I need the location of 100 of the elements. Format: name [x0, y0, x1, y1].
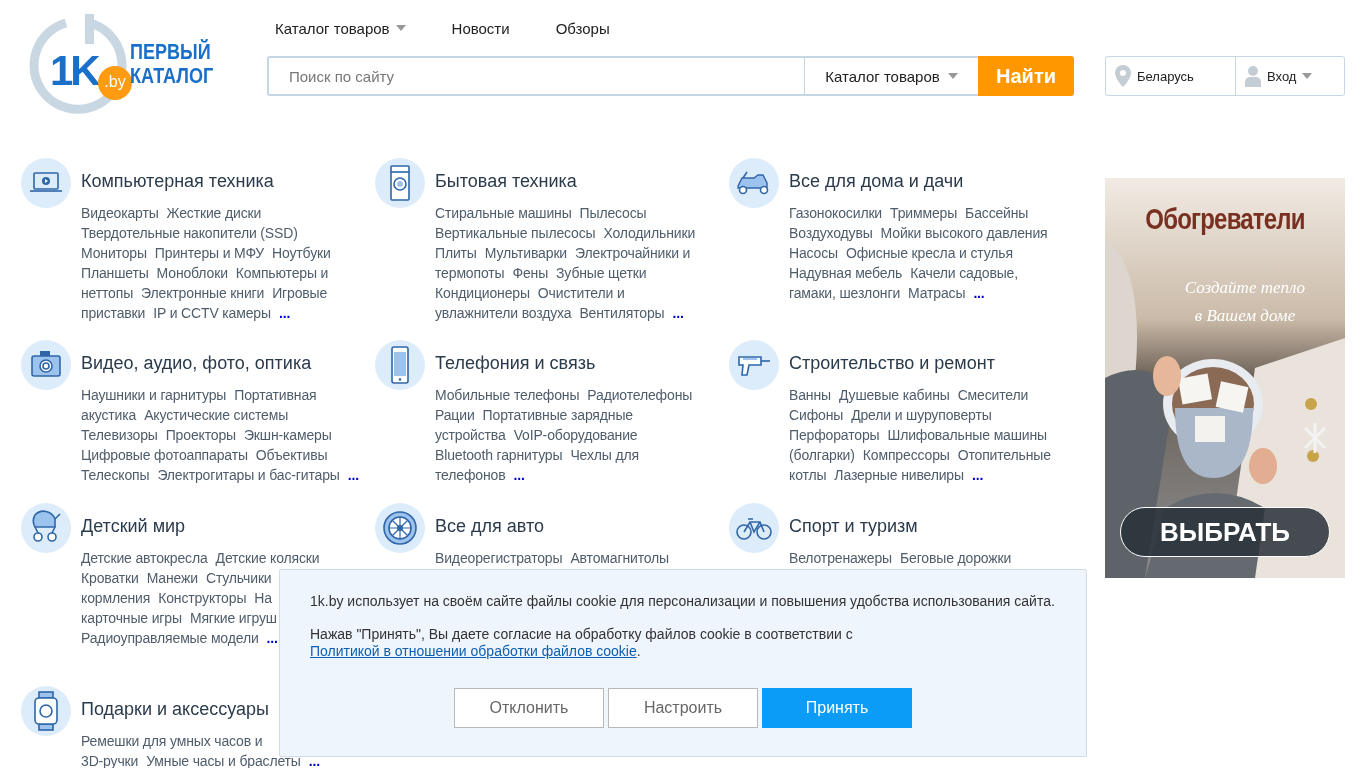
category-link[interactable]: Беговые дорожки	[900, 548, 1012, 568]
category-link[interactable]: Компрессоры	[862, 445, 950, 465]
category-link[interactable]: Матрасы	[908, 283, 966, 303]
category-link[interactable]: термопоты	[435, 263, 505, 283]
category-title[interactable]: Детский мир	[81, 503, 186, 537]
category-link[interactable]: Компьютеры и	[235, 263, 329, 283]
more-link[interactable]: ...	[973, 283, 985, 303]
nav-link[interactable]: Каталог товаров	[267, 19, 444, 37]
category-link[interactable]: неттопы	[81, 283, 134, 303]
category-link[interactable]: (болгарки)	[789, 445, 855, 465]
category-link[interactable]: Насосы	[789, 243, 838, 263]
category-link[interactable]: Фены	[512, 263, 549, 283]
category-link[interactable]: Радиотелефоны	[587, 385, 693, 405]
category-link[interactable]: Мойки высокого давления	[880, 223, 1048, 243]
nav-link[interactable]: Обзоры	[547, 19, 648, 37]
category-link[interactable]: Дрели и шуруповерты	[851, 405, 992, 425]
category-link[interactable]: увлажнители воздуха	[435, 303, 572, 323]
category-link[interactable]: Объективы	[255, 445, 328, 465]
category-link[interactable]: Акустические системы	[144, 405, 289, 425]
category-link[interactable]: приставки	[81, 303, 146, 323]
category-link[interactable]: Бассейны	[965, 203, 1029, 223]
category-link[interactable]: Газонокосилки	[789, 203, 883, 223]
category-title[interactable]: Компьютерная техника	[81, 158, 274, 192]
category-link[interactable]: Мягкие игруш	[189, 608, 277, 628]
category-title[interactable]: Спорт и туризм	[789, 503, 918, 537]
category-link[interactable]: гамаки, шезлонги	[789, 283, 901, 303]
category-title[interactable]: Видео, аудио, фото, оптика	[81, 340, 312, 374]
category-link[interactable]: Портативные зарядные	[482, 405, 633, 425]
category-link[interactable]: Радиоуправляемые модели	[81, 628, 259, 648]
category-link[interactable]: Надувная мебель	[789, 263, 903, 283]
category-link[interactable]: Чехлы для	[570, 445, 639, 465]
category-title[interactable]: Подарки и аксессуары	[81, 686, 269, 720]
category-link[interactable]: Мониторы	[81, 243, 147, 263]
category-link[interactable]: устройства	[435, 425, 506, 445]
category-link[interactable]: Ванны	[789, 385, 831, 405]
category-link[interactable]: Триммеры	[890, 203, 958, 223]
category-link[interactable]: Проекторы	[165, 425, 236, 445]
category-link[interactable]: Видеорегистраторы	[435, 548, 563, 568]
category-link[interactable]: Экшн-камеры	[243, 425, 332, 445]
login-button[interactable]: Вход	[1236, 57, 1313, 95]
category-link[interactable]: Мультиварки	[484, 243, 568, 263]
category-link[interactable]: Шлифовальные машины	[887, 425, 1047, 445]
category-link[interactable]: Перфораторы	[789, 425, 880, 445]
category-link[interactable]: Пылесосы	[579, 203, 647, 223]
more-link[interactable]: ...	[971, 465, 984, 485]
category-link[interactable]: Видеокарты	[81, 203, 159, 223]
more-link[interactable]: ...	[266, 628, 278, 648]
category-link[interactable]: Отопительные	[957, 445, 1051, 465]
category-link[interactable]: Велотренажеры	[789, 548, 893, 568]
category-link[interactable]: Автомагнитолы	[570, 548, 669, 568]
logo-mark[interactable]: 1K	[50, 50, 98, 92]
category-link[interactable]: IP и CCTV камеры	[153, 303, 271, 323]
category-link[interactable]: Смесители	[957, 385, 1029, 405]
more-link[interactable]: ...	[672, 303, 684, 323]
category-link[interactable]: Очистители и	[537, 283, 625, 303]
category-link[interactable]: Стульчики	[205, 568, 272, 588]
category-link[interactable]: Жесткие диски	[166, 203, 262, 223]
search-field[interactable]: Поиск по сайту	[267, 56, 805, 96]
category-link[interactable]: Манежи	[146, 568, 198, 588]
category-link[interactable]: Качели садовые,	[910, 263, 1018, 283]
category-link[interactable]: акустика	[81, 405, 137, 425]
category-link[interactable]: Кроватки	[81, 568, 139, 588]
category-link[interactable]: Детские автокресла	[81, 548, 208, 568]
category-link[interactable]: Твердотельные накопители (SSD)	[81, 223, 298, 243]
category-link[interactable]: Принтеры и МФУ	[154, 243, 265, 263]
category-link[interactable]: карточные игры	[81, 608, 182, 628]
category-link[interactable]: Ноутбуки	[272, 243, 331, 263]
category-title[interactable]: Бытовая техника	[435, 158, 577, 192]
more-link[interactable]: ...	[278, 303, 291, 323]
category-link[interactable]: Вентиляторы	[579, 303, 665, 323]
category-link[interactable]: На	[254, 588, 272, 608]
category-link[interactable]: Игровые	[272, 283, 328, 303]
category-link[interactable]: Лазерные нивелиры	[834, 465, 964, 485]
category-link[interactable]: Bluetooth гарнитуры	[435, 445, 563, 465]
category-link[interactable]: Электронные книги	[141, 283, 265, 303]
category-link[interactable]: Планшеты	[81, 263, 149, 283]
cookie-button[interactable]: Отклонить	[454, 688, 604, 728]
category-link[interactable]: 3D-ручки	[81, 751, 139, 768]
more-link[interactable]: ...	[347, 465, 359, 485]
scope-dropdown[interactable]: Каталог товаров	[805, 56, 978, 96]
category-link[interactable]: VoIP-оборудование	[513, 425, 638, 445]
category-link[interactable]: Душевые кабины	[838, 385, 950, 405]
category-link[interactable]: Наушники и гарнитуры	[81, 385, 227, 405]
category-link[interactable]: котлы	[789, 465, 827, 485]
category-link[interactable]: Стиральные машины	[435, 203, 572, 223]
category-link[interactable]: Телескопы	[81, 465, 150, 485]
category-link[interactable]: Сифоны	[789, 405, 844, 425]
category-link[interactable]: Офисные кресла и стулья	[846, 243, 1013, 263]
category-title[interactable]: Телефония и связь	[435, 340, 596, 374]
category-link[interactable]: Холодильники	[603, 223, 696, 243]
category-link[interactable]: Вертикальные пылесосы	[435, 223, 596, 243]
category-link[interactable]: кормления	[81, 588, 151, 608]
category-link[interactable]: Моноблоки	[156, 263, 228, 283]
category-link[interactable]: Электрогитары и бас-гитары	[157, 465, 340, 485]
region-selector[interactable]: Беларусь	[1106, 57, 1236, 95]
category-link[interactable]: Кондиционеры	[435, 283, 530, 303]
category-link[interactable]: Телевизоры	[81, 425, 158, 445]
nav-link[interactable]: Новости	[443, 19, 548, 37]
category-link[interactable]: Воздуходувы	[789, 223, 873, 243]
category-link[interactable]: Рации	[435, 405, 475, 425]
